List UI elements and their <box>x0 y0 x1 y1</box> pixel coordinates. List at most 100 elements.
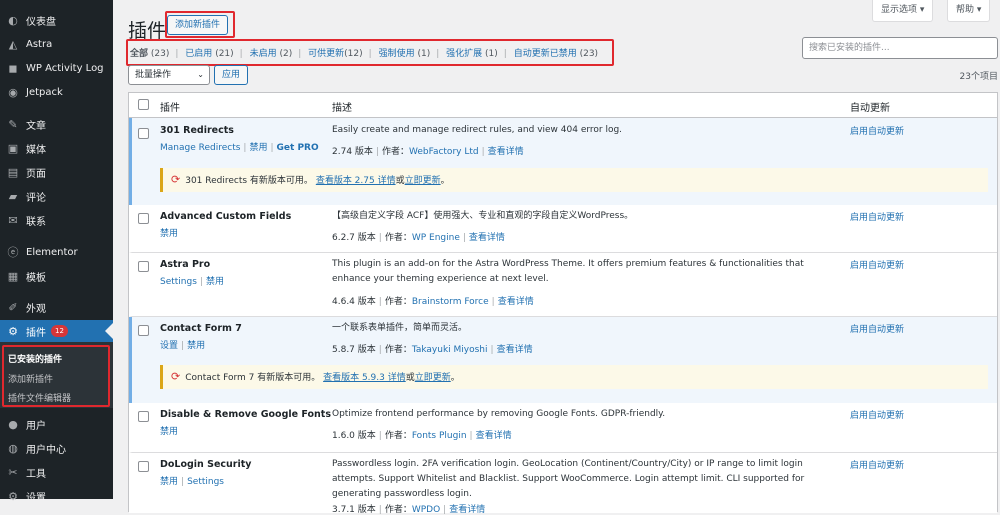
pin-icon: ✎ <box>8 117 18 131</box>
enable-auto-update-link[interactable]: 启用自动更新 <box>850 322 904 335</box>
menu-item-jetpack[interactable]: ◉ Jetpack <box>0 81 113 103</box>
enable-auto-update-link[interactable]: 启用自动更新 <box>850 458 904 471</box>
plugin-description: Optimize frontend performance by removin… <box>332 409 666 419</box>
menu-label: 用户中心 <box>26 444 66 456</box>
update-now-link[interactable]: 立即更新 <box>405 176 441 186</box>
admin-sidebar: ◐ 仪表盘 ◭ Astra ◼ WP Activity Log ◉ Jetpack ✎ 文… <box>0 0 113 504</box>
deactivate-link[interactable]: 禁用 <box>160 427 178 437</box>
deactivate-link[interactable]: 禁用 <box>160 477 178 487</box>
menu-item-users[interactable]: ● 用户 <box>0 413 113 435</box>
highlight-box <box>126 39 614 66</box>
deactivate-link[interactable]: 禁用 <box>160 229 178 239</box>
comment-icon: ▰ <box>8 189 18 203</box>
plugin-meta: 6.2.7 版本 | 作者：WP Engine | 查看详情 <box>332 230 505 243</box>
row-checkbox[interactable] <box>138 128 149 139</box>
author-link[interactable]: Fonts Plugin <box>412 431 467 441</box>
plugin-meta: 3.7.1 版本 | 作者：WPDO | 查看详情 <box>332 502 485 515</box>
settings-link[interactable]: Settings <box>160 277 197 287</box>
menu-item-dashboard[interactable]: ◐ 仪表盘 <box>0 9 113 31</box>
deactivate-link[interactable]: 禁用 <box>249 143 267 153</box>
row-checkbox[interactable] <box>138 261 149 272</box>
author-label: 作者： <box>381 147 409 157</box>
update-now-link[interactable]: 立即更新 <box>415 373 451 383</box>
link-separator: | <box>243 143 247 153</box>
link-separator: | <box>490 345 494 355</box>
deactivate-link[interactable]: 禁用 <box>187 341 205 351</box>
refresh-icon: ⟳ <box>171 370 181 383</box>
help-button[interactable]: 帮助 ▾ <box>947 0 991 22</box>
menu-item-pages[interactable]: ▤ 页面 <box>0 161 113 183</box>
view-details-link[interactable]: 查看详情 <box>476 431 512 441</box>
menu-item-media[interactable]: ▣ 媒体 <box>0 137 113 159</box>
menu-item-appearance[interactable]: ✐ 外观 <box>0 296 113 318</box>
enable-auto-update-link[interactable]: 启用自动更新 <box>850 124 904 137</box>
author-label: 作者： <box>384 297 412 307</box>
author-link[interactable]: WP Engine <box>412 233 460 243</box>
view-details-link[interactable]: 查看详情 <box>498 297 534 307</box>
menu-label: Astra <box>26 38 53 50</box>
author-link[interactable]: Takayuki Miyoshi <box>412 345 488 355</box>
update-notice: ⟳ 301 Redirects 有新版本可用。 查看版本 2.75 详情或立即更新… <box>160 168 988 192</box>
menu-item-tools[interactable]: ✂ 工具 <box>0 461 113 483</box>
plugin-action-links: 设置 | 禁用 <box>160 338 205 351</box>
view-details-link[interactable]: 查看详情 <box>497 345 533 355</box>
view-version-details-link[interactable]: 查看版本 2.75 详情 <box>316 176 396 186</box>
select-all-checkbox[interactable] <box>138 99 149 110</box>
enable-auto-update-link[interactable]: 启用自动更新 <box>850 408 904 421</box>
manage-redirects-link[interactable]: Manage Redirects <box>160 143 240 153</box>
menu-item-elementor[interactable]: ⓔ Elementor <box>0 241 113 263</box>
column-auto-update: 自动更新 <box>850 103 890 114</box>
menu-item-comments[interactable]: ▰ 评论 <box>0 185 113 207</box>
tools-icon: ✂ <box>8 465 18 479</box>
help-label: 帮助 <box>956 5 975 15</box>
author-link[interactable]: WebFactory Ltd <box>409 147 479 157</box>
menu-item-posts[interactable]: ✎ 文章 <box>0 113 113 135</box>
enable-auto-update-link[interactable]: 启用自动更新 <box>850 258 904 271</box>
elementor-icon: ⓔ <box>7 246 19 259</box>
menu-item-astra[interactable]: ◭ Astra <box>0 33 113 55</box>
plugin-description: This plugin is an add-on for the Astra W… <box>332 259 804 284</box>
author-link[interactable]: WPDO <box>412 505 440 515</box>
update-count-badge: 12 <box>51 325 68 337</box>
deactivate-link[interactable]: 禁用 <box>206 277 224 287</box>
enable-auto-update-link[interactable]: 启用自动更新 <box>850 210 904 223</box>
apply-button[interactable]: 应用 <box>214 65 249 85</box>
row-checkbox[interactable] <box>138 213 149 224</box>
plugin-version: 4.6.4 版本 <box>332 297 376 307</box>
plugin-action-links: 禁用 <box>160 226 178 239</box>
link-separator: | <box>462 233 466 243</box>
screen-options-button[interactable]: 显示选项 ▾ <box>872 0 934 22</box>
view-details-link[interactable]: 查看详情 <box>449 505 485 515</box>
row-checkbox[interactable] <box>138 325 149 336</box>
menu-item-contact[interactable]: ✉ 联系 <box>0 209 113 231</box>
menu-item-settings[interactable]: ⚙ 设置 <box>0 485 113 507</box>
bulk-actions-select[interactable]: 批量操作 ⌄ <box>128 65 210 85</box>
menu-item-activity-log[interactable]: ◼ WP Activity Log <box>0 57 113 79</box>
menu-item-plugins[interactable]: ⚙ 插件 12 <box>0 320 113 342</box>
menu-item-templates[interactable]: ▦ 模板 <box>0 265 113 287</box>
page-icon: ▤ <box>7 165 19 179</box>
row-checkbox[interactable] <box>138 461 149 472</box>
bulk-actions-label: 批量操作 <box>135 70 172 80</box>
row-checkbox[interactable] <box>138 411 149 422</box>
template-icon: ▦ <box>7 269 19 283</box>
plugin-name: DoLogin Security <box>160 459 252 470</box>
view-details-link[interactable]: 查看详情 <box>469 233 505 243</box>
plugin-meta: 4.6.4 版本 | 作者：Brainstorm Force | 查看详情 <box>332 294 534 307</box>
settings-link[interactable]: Settings <box>187 477 224 487</box>
highlight-box <box>165 11 235 38</box>
settings-link[interactable]: 设置 <box>160 341 178 351</box>
table-row: Contact Form 7 设置 | 禁用 一个联系表单插件，简单而灵活。 5.8… <box>129 317 997 403</box>
link-separator: | <box>481 147 485 157</box>
menu-label: 评论 <box>26 192 46 204</box>
search-plugins-input[interactable]: 搜索已安装的插件... <box>802 37 998 59</box>
plugin-icon: ⚙ <box>8 324 18 338</box>
link-separator: | <box>469 431 473 441</box>
get-pro-link[interactable]: Get PRO <box>277 143 319 153</box>
view-version-details-link[interactable]: 查看版本 5.9.3 详情 <box>323 373 406 383</box>
menu-item-user-center[interactable]: ◍ 用户中心 <box>0 437 113 459</box>
menu-label: 外观 <box>26 303 46 315</box>
view-details-link[interactable]: 查看详情 <box>488 147 524 157</box>
author-link[interactable]: Brainstorm Force <box>412 297 489 307</box>
link-separator: | <box>375 147 379 157</box>
